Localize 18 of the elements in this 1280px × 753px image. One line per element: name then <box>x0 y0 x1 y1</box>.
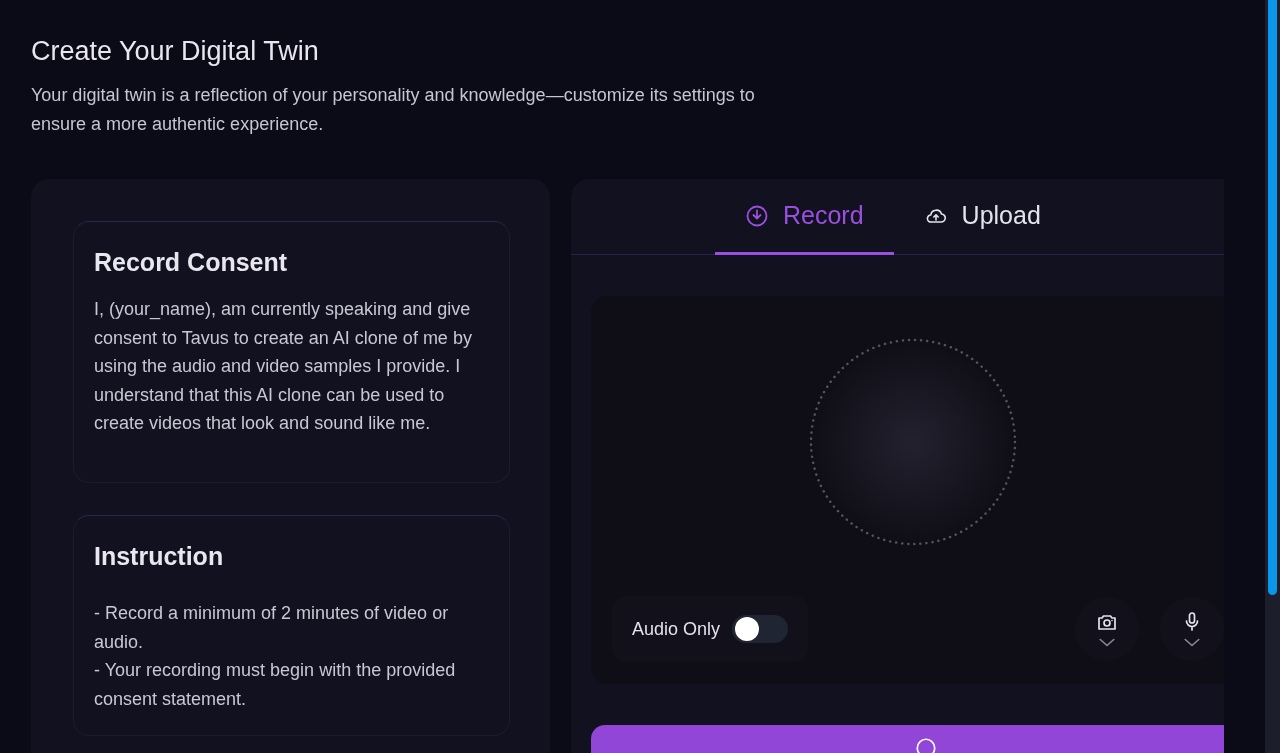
record-icon <box>915 737 937 753</box>
avatar-placeholder-icon <box>808 337 1018 547</box>
card-title: Instruction <box>94 541 225 571</box>
page-description: Your digital twin is a reflection of your personality and knowledge—customize its settings to ensure a more authentic experience. <box>31 84 756 136</box>
chevron-down-icon <box>1183 637 1201 648</box>
page-title: Create Your Digital Twin <box>31 36 320 67</box>
tab[interactable]: Record <box>715 179 894 255</box>
card-title: Record Consent <box>94 248 289 277</box>
scrollbar[interactable] <box>1265 0 1280 753</box>
card-text: - Your recording must begin with the provided consent statement. <box>94 659 457 711</box>
scrollbar-thumb[interactable] <box>1268 0 1277 595</box>
record-icon <box>745 203 769 228</box>
audio-only-toggle[interactable] <box>732 615 789 643</box>
audio-only-label: Audio Only <box>632 618 721 640</box>
card-text: - Record a minimum of 2 minutes of video or audio. <box>94 601 450 654</box>
card-text: I, (your_name), am currently speaking and give consent to Tavus to create an AI clone of me by using the audio and video samples I provide. I understand that this AI clone can be used to create videos that look and sound like me. <box>94 298 473 436</box>
tab[interactable]: Upload <box>893 179 1071 255</box>
chevron-down-icon <box>1098 637 1116 648</box>
